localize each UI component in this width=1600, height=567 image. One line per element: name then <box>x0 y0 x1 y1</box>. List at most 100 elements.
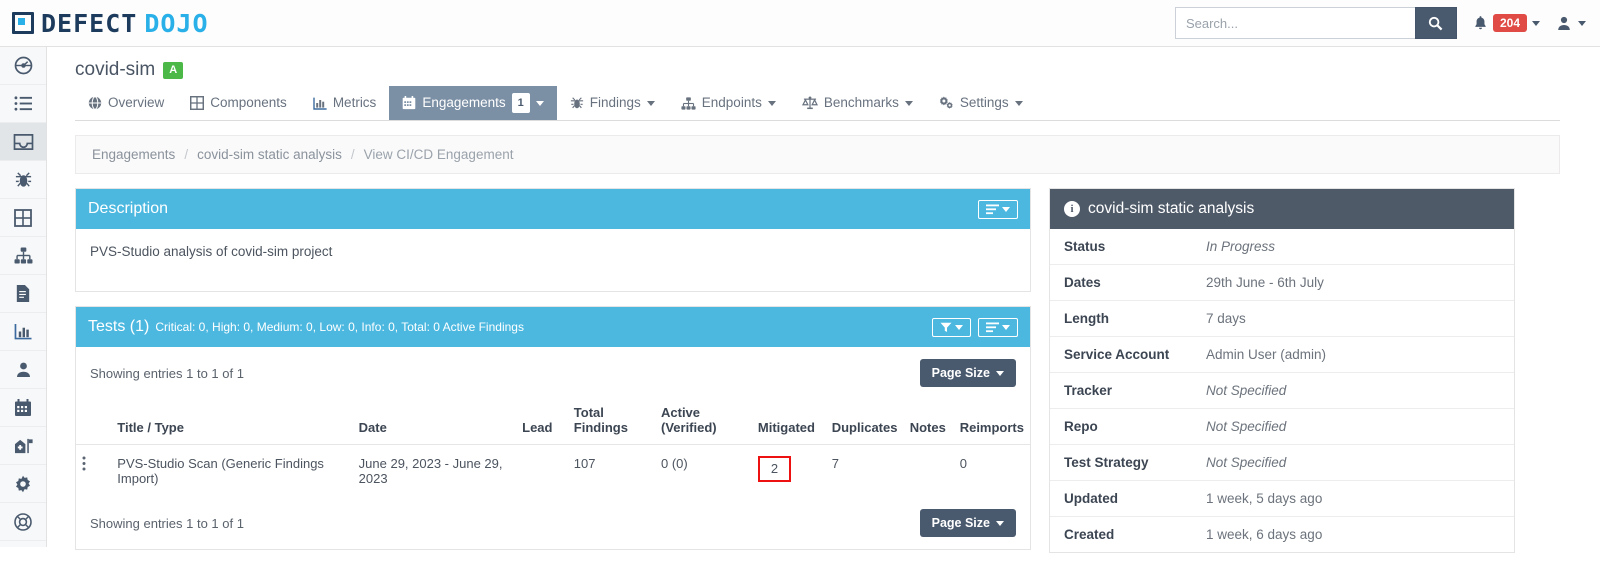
tab-components[interactable]: Components <box>177 86 300 120</box>
info-value: Not Specified <box>1206 455 1287 470</box>
right-column: i covid-sim static analysis Status In Pr… <box>1049 188 1515 567</box>
engagement-info-title: covid-sim static analysis <box>1088 200 1255 217</box>
col-reimports[interactable]: Reimports <box>953 399 1030 445</box>
col-active-verified[interactable]: Active (Verified) <box>655 399 752 445</box>
sidebar-item-findings[interactable] <box>0 161 46 199</box>
description-panel: Description PVS-Studio analysis of covid… <box>75 188 1031 292</box>
col-date[interactable]: Date <box>352 399 517 445</box>
table-row[interactable]: PVS-Studio Scan (Generic Findings Import… <box>76 445 1030 498</box>
cell-title-type[interactable]: PVS-Studio Scan (Generic Findings Import… <box>111 445 352 498</box>
info-label: Dates <box>1064 275 1101 290</box>
tests-panel: Tests (1) Critical: 0, High: 0, Medium: … <box>75 306 1031 550</box>
info-row-test-strategy: Test Strategy Not Specified <box>1050 445 1514 481</box>
chevron-down-icon <box>996 520 1004 526</box>
tests-table: Title / Type Date Lead Total Findings Ac… <box>76 399 1030 497</box>
info-value: 7 days <box>1206 311 1246 326</box>
app-logo[interactable]: DEFECT DOJO <box>12 9 209 38</box>
info-row-service-account: Service Account Admin User (admin) <box>1050 337 1514 373</box>
col-row-menu <box>76 399 112 445</box>
info-label: Updated <box>1064 491 1118 506</box>
sidebar-item-reports[interactable] <box>0 275 46 313</box>
tab-benchmarks[interactable]: Benchmarks <box>789 86 926 120</box>
sidebar-item-dashboard[interactable] <box>0 47 46 85</box>
sidebar-item-support[interactable] <box>0 503 46 541</box>
description-menu-button[interactable] <box>978 199 1018 219</box>
sidebar-item-list[interactable] <box>0 85 46 123</box>
col-label: Date <box>358 420 387 435</box>
kebab-menu-icon <box>82 456 86 471</box>
col-total-findings[interactable]: Total Findings <box>567 399 655 445</box>
col-label: Duplicates <box>831 420 898 435</box>
col-label-line2: Findings <box>573 420 628 435</box>
tests-panel-header: Tests (1) Critical: 0, High: 0, Medium: … <box>76 307 1030 347</box>
tests-menu-button[interactable] <box>978 317 1018 337</box>
col-label: Title / Type <box>117 420 184 435</box>
hamburger-menu-icon <box>986 204 999 214</box>
tests-table-toolbar-bottom: Showing entries 1 to 1 of 1 Page Size <box>76 497 1030 549</box>
info-label: Test Strategy <box>1064 455 1149 470</box>
info-label: Tracker <box>1064 383 1113 398</box>
product-tabs: Overview Components Metrics Engagements … <box>75 86 1560 121</box>
cell-reimports: 0 <box>959 456 967 471</box>
scales-icon <box>801 96 818 110</box>
tab-label: Components <box>210 95 287 110</box>
grid-icon <box>14 208 32 227</box>
col-label: Mitigated <box>757 420 815 435</box>
page-size-button-top[interactable]: Page Size <box>919 359 1016 387</box>
logo-text-dojo: DOJO <box>144 8 209 38</box>
breadcrumb-item-engagement-name[interactable]: covid-sim static analysis <box>197 147 342 162</box>
page-size-button-bottom[interactable]: Page Size <box>919 509 1016 537</box>
sidebar-item-users[interactable] <box>0 351 46 389</box>
tab-findings[interactable]: Findings <box>557 86 668 120</box>
col-notes[interactable]: Notes <box>903 399 954 445</box>
inbox-icon <box>13 133 33 150</box>
sidebar-item-metrics[interactable] <box>0 313 46 351</box>
chevron-down-icon <box>904 100 913 106</box>
cell-date: June 29, 2023 - June 29, 2023 <box>358 456 503 486</box>
chevron-down-icon <box>1002 206 1010 212</box>
sitemap-icon <box>681 96 696 110</box>
sidebar-item-engagements[interactable] <box>0 123 46 161</box>
sidebar-item-organization[interactable] <box>0 427 46 465</box>
tab-endpoints[interactable]: Endpoints <box>668 86 789 120</box>
globe-icon <box>88 96 102 110</box>
tab-label: Benchmarks <box>823 95 899 110</box>
breadcrumb-item-engagements[interactable]: Engagements <box>92 147 175 162</box>
col-title-type[interactable]: Title / Type <box>111 399 353 445</box>
tab-settings[interactable]: Settings <box>926 86 1036 120</box>
tab-label: Metrics <box>332 95 377 110</box>
user-icon <box>16 362 30 377</box>
search-button[interactable] <box>1414 7 1457 39</box>
sidebar-item-endpoints[interactable] <box>0 237 46 275</box>
content-columns: Description PVS-Studio analysis of covid… <box>75 188 1600 567</box>
col-mitigated[interactable]: Mitigated <box>751 399 826 445</box>
cell-lead <box>516 445 568 498</box>
sidebar-item-calendar[interactable] <box>0 389 46 427</box>
notifications-menu[interactable]: 204 <box>1473 14 1540 32</box>
document-icon <box>16 284 30 303</box>
search-input[interactable] <box>1174 7 1415 39</box>
description-panel-title: Description <box>88 200 169 217</box>
chevron-down-icon <box>955 324 963 330</box>
col-lead[interactable]: Lead <box>516 399 568 445</box>
sidebar-item-components[interactable] <box>0 199 46 237</box>
tab-engagements[interactable]: Engagements 1 <box>389 86 557 120</box>
hamburger-menu-icon <box>986 322 999 332</box>
description-panel-body: PVS-Studio analysis of covid-sim project <box>90 244 333 259</box>
user-menu[interactable] <box>1556 15 1586 31</box>
showing-entries-bottom: Showing entries 1 to 1 of 1 <box>90 515 244 531</box>
mitigated-value-highlighted[interactable]: 2 <box>757 456 792 482</box>
tab-overview[interactable]: Overview <box>75 86 177 120</box>
cell-total-findings: 107 <box>573 456 596 471</box>
main-content: covid-sim A Overview Components Metrics … <box>47 47 1600 553</box>
tests-filter-button[interactable] <box>932 317 971 337</box>
tab-metrics[interactable]: Metrics <box>300 86 390 120</box>
left-sidebar <box>0 47 47 547</box>
engagement-info-panel: i covid-sim static analysis Status In Pr… <box>1049 188 1515 553</box>
page-size-label: Page Size <box>931 516 990 530</box>
col-duplicates[interactable]: Duplicates <box>825 399 904 445</box>
row-menu-button[interactable] <box>76 445 111 498</box>
info-row-tracker: Tracker Not Specified <box>1050 373 1514 409</box>
sidebar-item-settings[interactable] <box>0 465 46 503</box>
info-row-length: Length 7 days <box>1050 301 1514 337</box>
